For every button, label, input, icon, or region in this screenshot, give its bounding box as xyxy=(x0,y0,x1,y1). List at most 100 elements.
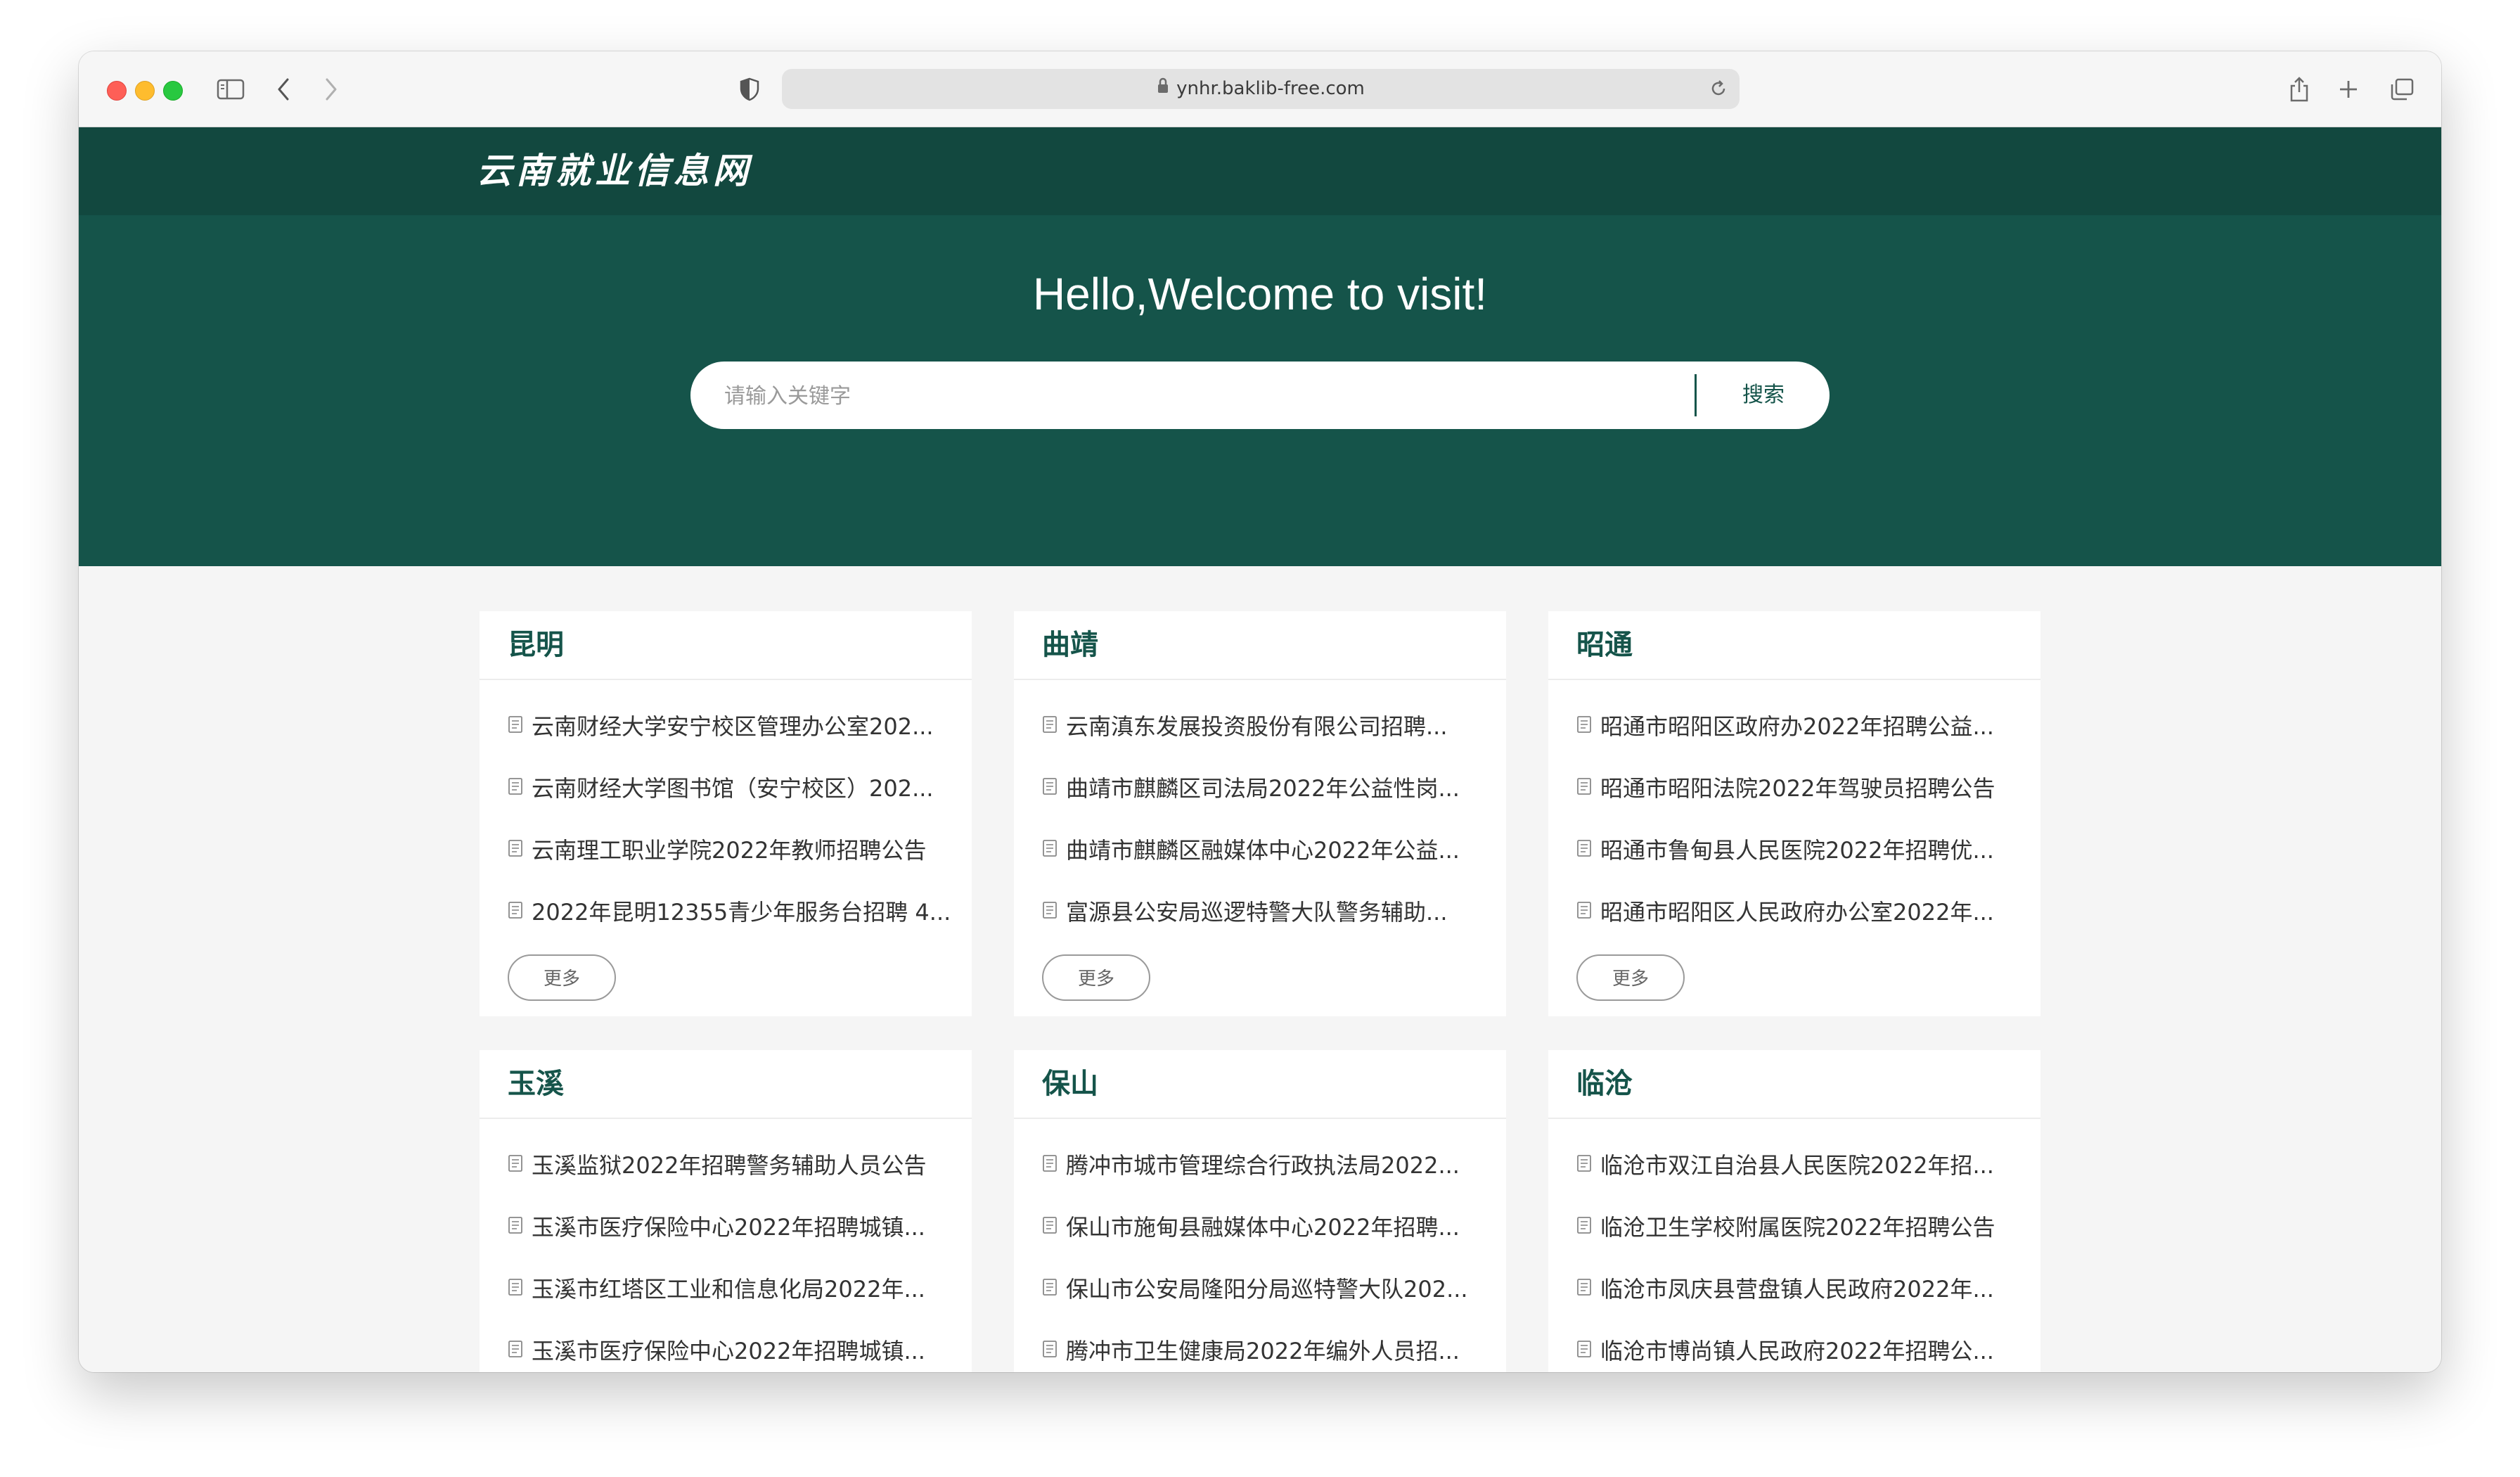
list-item[interactable]: 富源县公安局巡逻特警大队警务辅助... xyxy=(1042,881,1492,943)
list-item[interactable]: 昭通市昭阳法院2022年驾驶员招聘公告 xyxy=(1576,757,2026,819)
list-item[interactable]: 云南理工职业学院2022年教师招聘公告 xyxy=(508,819,958,881)
search-button[interactable]: 搜索 xyxy=(1697,362,1830,429)
list-item-text: 保山市公安局隆阳分局巡特警大队202... xyxy=(1066,1276,1468,1303)
card-title[interactable]: 昭通 xyxy=(1548,611,2040,680)
list-item[interactable]: 玉溪市红塔区工业和信息化局2022年... xyxy=(508,1258,958,1320)
new-tab-plus-icon[interactable] xyxy=(2336,72,2361,106)
search-divider xyxy=(1695,374,1697,416)
list-item[interactable]: 临沧卫生学校附属医院2022年招聘公告 xyxy=(1576,1196,2026,1258)
list-item-text: 云南滇东发展投资股份有限公司招聘... xyxy=(1066,713,1448,740)
document-icon xyxy=(508,696,523,757)
document-icon xyxy=(1042,1320,1058,1372)
list-item-text: 昭通市昭阳区政府办2022年招聘公益... xyxy=(1600,713,1994,740)
list-item-text: 昭通市昭阳法院2022年驾驶员招聘公告 xyxy=(1600,775,1995,802)
list-item-text: 玉溪市医疗保险中心2022年招聘城镇... xyxy=(532,1214,925,1241)
document-icon xyxy=(508,757,523,819)
list-item-text: 临沧市凤庆县营盘镇人民政府2022年... xyxy=(1600,1276,1994,1303)
minimize-window-button[interactable] xyxy=(135,81,155,101)
list-item-text: 腾冲市城市管理综合行政执法局2022... xyxy=(1066,1152,1460,1179)
tab-overview-icon[interactable] xyxy=(2388,72,2416,106)
list-item[interactable]: 玉溪市医疗保险中心2022年招聘城镇... xyxy=(508,1196,958,1258)
reload-icon[interactable] xyxy=(1709,79,1728,101)
list-item[interactable]: 临沧市双江自治县人民医院2022年招... xyxy=(1576,1134,2026,1196)
card-kunming: 昆明 云南财经大学安宁校区管理办公室202... 云南财经大学图书馆（安宁校区）… xyxy=(480,611,972,1016)
back-arrow-icon[interactable] xyxy=(273,72,294,106)
list-item-text: 临沧市博尚镇人民政府2022年招聘公... xyxy=(1600,1338,1994,1364)
document-icon xyxy=(1576,757,1592,819)
welcome-heading: Hello,Welcome to visit! xyxy=(1032,269,1488,319)
list-item-text: 玉溪监狱2022年招聘警务辅助人员公告 xyxy=(532,1152,927,1179)
document-icon xyxy=(1042,819,1058,881)
document-icon xyxy=(1576,881,1592,942)
list-item[interactable]: 2022年昆明12355青少年服务台招聘 4... xyxy=(508,881,958,943)
more-button[interactable]: 更多 xyxy=(508,954,616,1001)
list-item-text: 保山市施甸县融媒体中心2022年招聘... xyxy=(1066,1214,1460,1241)
document-icon xyxy=(508,881,523,942)
search-box: 搜索 xyxy=(690,362,1830,430)
document-icon xyxy=(1042,1134,1058,1196)
browser-window: ynhr.baklib-free.com 云南就业信息网 Hello,Welco… xyxy=(79,51,2441,1372)
list-item[interactable]: 腾冲市城市管理综合行政执法局2022... xyxy=(1042,1134,1492,1196)
card-title[interactable]: 玉溪 xyxy=(480,1050,972,1119)
list-item-text: 曲靖市麒麟区司法局2022年公益性岗... xyxy=(1066,775,1460,802)
card-title[interactable]: 昆明 xyxy=(480,611,972,680)
address-bar[interactable]: ynhr.baklib-free.com xyxy=(782,69,1740,109)
list-item-text: 临沧卫生学校附属医院2022年招聘公告 xyxy=(1600,1214,1995,1241)
list-item[interactable]: 昭通市鲁甸县人民医院2022年招聘优... xyxy=(1576,819,2026,881)
document-icon xyxy=(1576,1320,1592,1372)
list-item[interactable]: 云南财经大学安宁校区管理办公室202... xyxy=(508,696,958,757)
list-item-text: 临沧市双江自治县人民医院2022年招... xyxy=(1600,1152,1994,1179)
list-item[interactable]: 昭通市昭阳区政府办2022年招聘公益... xyxy=(1576,696,2026,757)
sidebar-toggle-icon[interactable] xyxy=(215,72,246,106)
list-item-text: 云南财经大学图书馆（安宁校区）202... xyxy=(532,775,934,802)
more-button[interactable]: 更多 xyxy=(1576,954,1685,1001)
share-icon[interactable] xyxy=(2287,72,2312,106)
list-item[interactable]: 昭通市昭阳区人民政府办公室2022年... xyxy=(1576,881,2026,943)
document-icon xyxy=(1576,1134,1592,1196)
site-header: 云南就业信息网 Hello,Welcome to visit! 搜索 xyxy=(79,127,2441,566)
document-icon xyxy=(1576,1258,1592,1319)
list-item[interactable]: 保山市施甸县融媒体中心2022年招聘... xyxy=(1042,1196,1492,1258)
close-window-button[interactable] xyxy=(107,81,127,101)
list-item-text: 云南财经大学安宁校区管理办公室202... xyxy=(532,713,934,740)
card-baoshan: 保山 腾冲市城市管理综合行政执法局2022... 保山市施甸县融媒体中心2022… xyxy=(1014,1050,1506,1372)
list-item[interactable]: 曲靖市麒麟区融媒体中心2022年公益... xyxy=(1042,819,1492,881)
document-icon xyxy=(1576,696,1592,757)
document-icon xyxy=(1042,881,1058,942)
card-title[interactable]: 曲靖 xyxy=(1014,611,1506,680)
card-title[interactable]: 临沧 xyxy=(1548,1050,2040,1119)
list-item[interactable]: 曲靖市麒麟区司法局2022年公益性岗... xyxy=(1042,757,1492,819)
more-button[interactable]: 更多 xyxy=(1042,954,1150,1001)
document-icon xyxy=(508,1196,523,1258)
card-yuxi: 玉溪 玉溪监狱2022年招聘警务辅助人员公告 玉溪市医疗保险中心2022年招聘城… xyxy=(480,1050,972,1372)
list-item[interactable]: 云南滇东发展投资股份有限公司招聘... xyxy=(1042,696,1492,757)
list-item[interactable]: 保山市公安局隆阳分局巡特警大队202... xyxy=(1042,1258,1492,1320)
list-item-text: 玉溪市红塔区工业和信息化局2022年... xyxy=(532,1276,925,1303)
card-lincang: 临沧 临沧市双江自治县人民医院2022年招... 临沧卫生学校附属医院2022年… xyxy=(1548,1050,2040,1372)
forward-arrow-icon[interactable] xyxy=(321,72,342,106)
document-icon xyxy=(1576,819,1592,881)
card-title[interactable]: 保山 xyxy=(1014,1050,1506,1119)
list-item[interactable]: 玉溪监狱2022年招聘警务辅助人员公告 xyxy=(508,1134,958,1196)
lock-icon xyxy=(1157,69,1169,109)
list-item-text: 玉溪市医疗保险中心2022年招聘城镇... xyxy=(532,1338,925,1364)
zoom-window-button[interactable] xyxy=(163,81,183,101)
document-icon xyxy=(1042,757,1058,819)
list-item[interactable]: 腾冲市卫生健康局2022年编外人员招... xyxy=(1042,1320,1492,1372)
list-item-text: 昭通市鲁甸县人民医院2022年招聘优... xyxy=(1600,837,1994,864)
document-icon xyxy=(508,1258,523,1319)
list-item-text: 云南理工职业学院2022年教师招聘公告 xyxy=(532,837,927,864)
privacy-shield-icon[interactable] xyxy=(737,72,762,106)
list-item[interactable]: 临沧市博尚镇人民政府2022年招聘公... xyxy=(1576,1320,2026,1372)
search-input[interactable] xyxy=(723,362,1710,430)
document-icon xyxy=(1042,696,1058,757)
document-icon xyxy=(508,1320,523,1372)
list-item[interactable]: 玉溪市医疗保险中心2022年招聘城镇... xyxy=(508,1320,958,1372)
list-item-text: 2022年昆明12355青少年服务台招聘 4... xyxy=(532,899,951,926)
document-icon xyxy=(508,1134,523,1196)
list-item-text: 曲靖市麒麟区融媒体中心2022年公益... xyxy=(1066,837,1460,864)
list-item[interactable]: 临沧市凤庆县营盘镇人民政府2022年... xyxy=(1576,1258,2026,1320)
content-area: 昆明 云南财经大学安宁校区管理办公室202... 云南财经大学图书馆（安宁校区）… xyxy=(79,566,2441,1372)
site-logo[interactable]: 云南就业信息网 xyxy=(477,148,752,193)
list-item[interactable]: 云南财经大学图书馆（安宁校区）202... xyxy=(508,757,958,819)
